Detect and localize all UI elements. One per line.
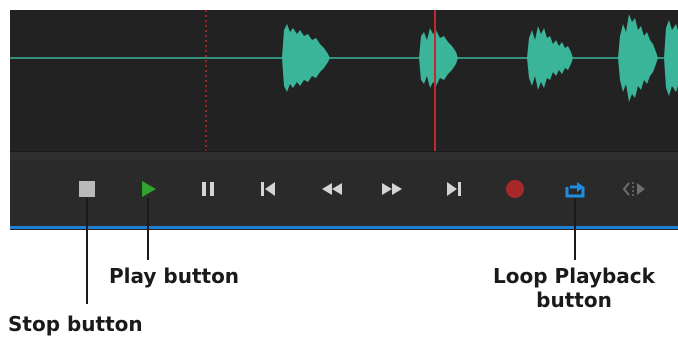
timeline-scrollbar[interactable]	[10, 151, 678, 160]
stop-icon	[79, 181, 95, 197]
panel-accent-line	[10, 226, 678, 229]
fast-forward-button[interactable]	[378, 175, 406, 203]
audio-clip	[282, 24, 330, 92]
audio-clip	[527, 26, 573, 90]
stop-callout-line	[86, 198, 88, 304]
loop-callout-line	[574, 198, 576, 260]
loop-callout-line1: Loop Playback	[493, 264, 655, 288]
skip-to-start-button[interactable]	[254, 175, 282, 203]
waveform	[10, 10, 678, 151]
loop-callout-label: Loop Playback button	[469, 264, 678, 312]
pause-button[interactable]	[194, 175, 222, 203]
loop-callout-line2: button	[536, 288, 612, 312]
rewind-button[interactable]	[318, 175, 346, 203]
waveform-area[interactable]	[10, 10, 678, 151]
record-button[interactable]	[501, 175, 529, 203]
skip-selection-icon	[622, 182, 645, 196]
rewind-icon	[322, 183, 342, 195]
play-callout-line	[147, 198, 149, 260]
play-callout-label: Play button	[109, 264, 240, 288]
fast-forward-icon	[382, 183, 402, 195]
pause-icon	[202, 182, 214, 196]
skip-forward-icon	[447, 182, 461, 196]
record-icon	[506, 180, 524, 198]
stop-callout-label: Stop button	[8, 312, 143, 336]
skip-to-end-button[interactable]	[440, 175, 468, 203]
audio-clip	[618, 14, 678, 102]
audio-editor-panel	[10, 10, 678, 230]
play-icon	[142, 181, 156, 197]
skip-selection-button[interactable]	[620, 175, 648, 203]
skip-back-icon	[261, 182, 275, 196]
loop-icon	[565, 182, 585, 198]
figure: Play button Stop button Loop Playback bu…	[0, 0, 678, 339]
audio-clip	[419, 28, 458, 88]
